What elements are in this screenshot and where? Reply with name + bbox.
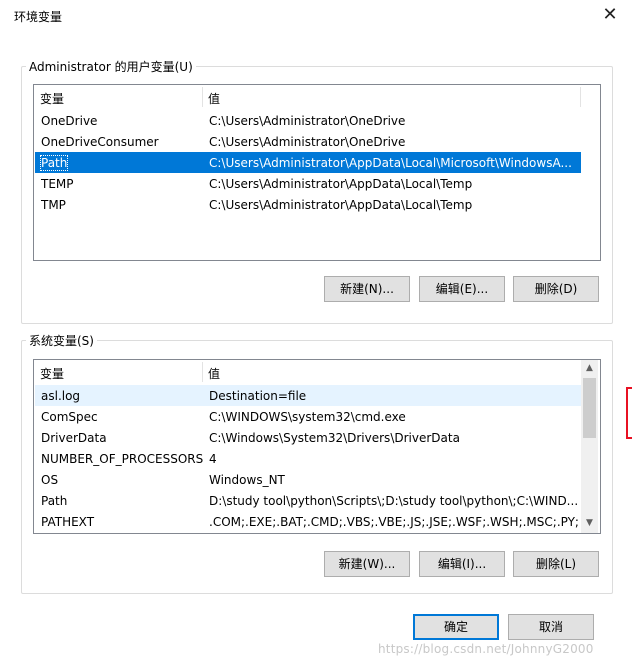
variable-name: Path — [39, 155, 69, 171]
variable-name: OS — [41, 473, 59, 487]
system-new-button[interactable]: 新建(W)... — [324, 551, 410, 577]
variable-name: OneDriveConsumer — [41, 135, 159, 149]
variable-value: 4 — [209, 452, 217, 466]
variable-name: Path — [41, 494, 68, 508]
user-row-onedrive[interactable]: OneDrive C:\Users\Administrator\OneDrive — [35, 110, 581, 131]
user-row-onedriveconsumer[interactable]: OneDriveConsumer C:\Users\Administrator\… — [35, 131, 581, 152]
variable-value: C:\Users\Administrator\AppData\Local\Mic… — [209, 156, 572, 170]
system-list-scrollbar[interactable]: ▲ ▼ — [581, 360, 598, 533]
user-row-tmp[interactable]: TMP C:\Users\Administrator\AppData\Local… — [35, 194, 581, 215]
system-row-asl-log[interactable]: asl.log Destination=file — [35, 385, 581, 406]
window-title: 环境变量 — [14, 10, 63, 24]
system-row-driverdata[interactable]: DriverData C:\Windows\System32\Drivers\D… — [35, 427, 581, 448]
system-edit-button[interactable]: 编辑(I)... — [419, 551, 505, 577]
system-row-pathext[interactable]: PATHEXT .COM;.EXE;.BAT;.CMD;.VBS;.VBE;.J… — [35, 511, 581, 532]
header-divider-end — [580, 87, 581, 107]
header-value[interactable]: 值 — [208, 90, 220, 107]
user-list-header: 变量 值 — [34, 85, 581, 108]
system-row-path[interactable]: Path D:\study tool\python\Scripts\;D:\st… — [35, 490, 581, 511]
variable-value: .COM;.EXE;.BAT;.CMD;.VBS;.VBE;.JS;.JSE;.… — [209, 515, 579, 529]
variable-value: C:\Users\Administrator\OneDrive — [209, 114, 406, 128]
variable-name: DriverData — [41, 431, 107, 445]
header-variable[interactable]: 变量 — [40, 365, 64, 382]
user-edit-button[interactable]: 编辑(E)... — [419, 276, 505, 302]
system-row-comspec[interactable]: ComSpec C:\WINDOWS\system32\cmd.exe — [35, 406, 581, 427]
watermark: https://blog.csdn.net/JohnnyG2000 — [378, 642, 594, 656]
system-list-header: 变量 值 — [34, 360, 580, 383]
header-variable[interactable]: 变量 — [40, 90, 64, 107]
variable-value: Destination=file — [209, 389, 307, 403]
title-bar: 环境变量 ✕ — [0, 0, 632, 32]
user-new-button[interactable]: 新建(N)... — [324, 276, 410, 302]
system-variables-legend: 系统变量(S) — [26, 332, 97, 349]
ok-button[interactable]: 确定 — [413, 614, 499, 640]
header-value[interactable]: 值 — [208, 365, 220, 382]
variable-name: NUMBER_OF_PROCESSORS — [41, 452, 204, 466]
user-row-path-selected[interactable]: Path C:\Users\Administrator\AppData\Loca… — [35, 152, 581, 173]
variable-value: D:\study tool\python\Scripts\;D:\study t… — [209, 494, 579, 508]
variable-value: C:\Users\Administrator\OneDrive — [209, 135, 406, 149]
scrollbar-thumb[interactable] — [583, 378, 596, 438]
cancel-button[interactable]: 取消 — [508, 614, 594, 640]
variable-value: C:\WINDOWS\system32\cmd.exe — [209, 410, 406, 424]
system-row-os[interactable]: OS Windows_NT — [35, 469, 581, 490]
user-delete-button[interactable]: 删除(D) — [513, 276, 599, 302]
background-window-edge — [626, 387, 632, 439]
system-variables-list[interactable]: 变量 值 asl.log Destination=file ComSpec C:… — [33, 359, 601, 534]
variable-value: C:\Users\Administrator\AppData\Local\Tem… — [209, 177, 473, 191]
header-divider[interactable] — [202, 87, 203, 107]
variable-value: C:\Windows\System32\Drivers\DriverData — [209, 431, 460, 445]
user-variables-list[interactable]: 变量 值 OneDrive C:\Users\Administrator\One… — [33, 84, 601, 261]
variable-name: asl.log — [41, 389, 81, 403]
user-variables-legend: Administrator 的用户变量(U) — [26, 58, 196, 75]
scroll-down-icon[interactable]: ▼ — [581, 515, 598, 532]
variable-value: Windows_NT — [209, 473, 285, 487]
system-delete-button[interactable]: 删除(L) — [513, 551, 599, 577]
close-icon[interactable]: ✕ — [598, 4, 622, 26]
variable-name: PATHEXT — [41, 515, 95, 529]
variable-value: C:\Users\Administrator\AppData\Local\Tem… — [209, 198, 473, 212]
variable-name: OneDrive — [41, 114, 98, 128]
system-row-number-of-processors[interactable]: NUMBER_OF_PROCESSORS 4 — [35, 448, 581, 469]
variable-name: ComSpec — [41, 410, 98, 424]
variable-name: TEMP — [41, 177, 74, 191]
scroll-up-icon[interactable]: ▲ — [581, 360, 598, 377]
user-row-temp[interactable]: TEMP C:\Users\Administrator\AppData\Loca… — [35, 173, 581, 194]
header-divider[interactable] — [202, 362, 203, 382]
variable-name: TMP — [41, 198, 66, 212]
